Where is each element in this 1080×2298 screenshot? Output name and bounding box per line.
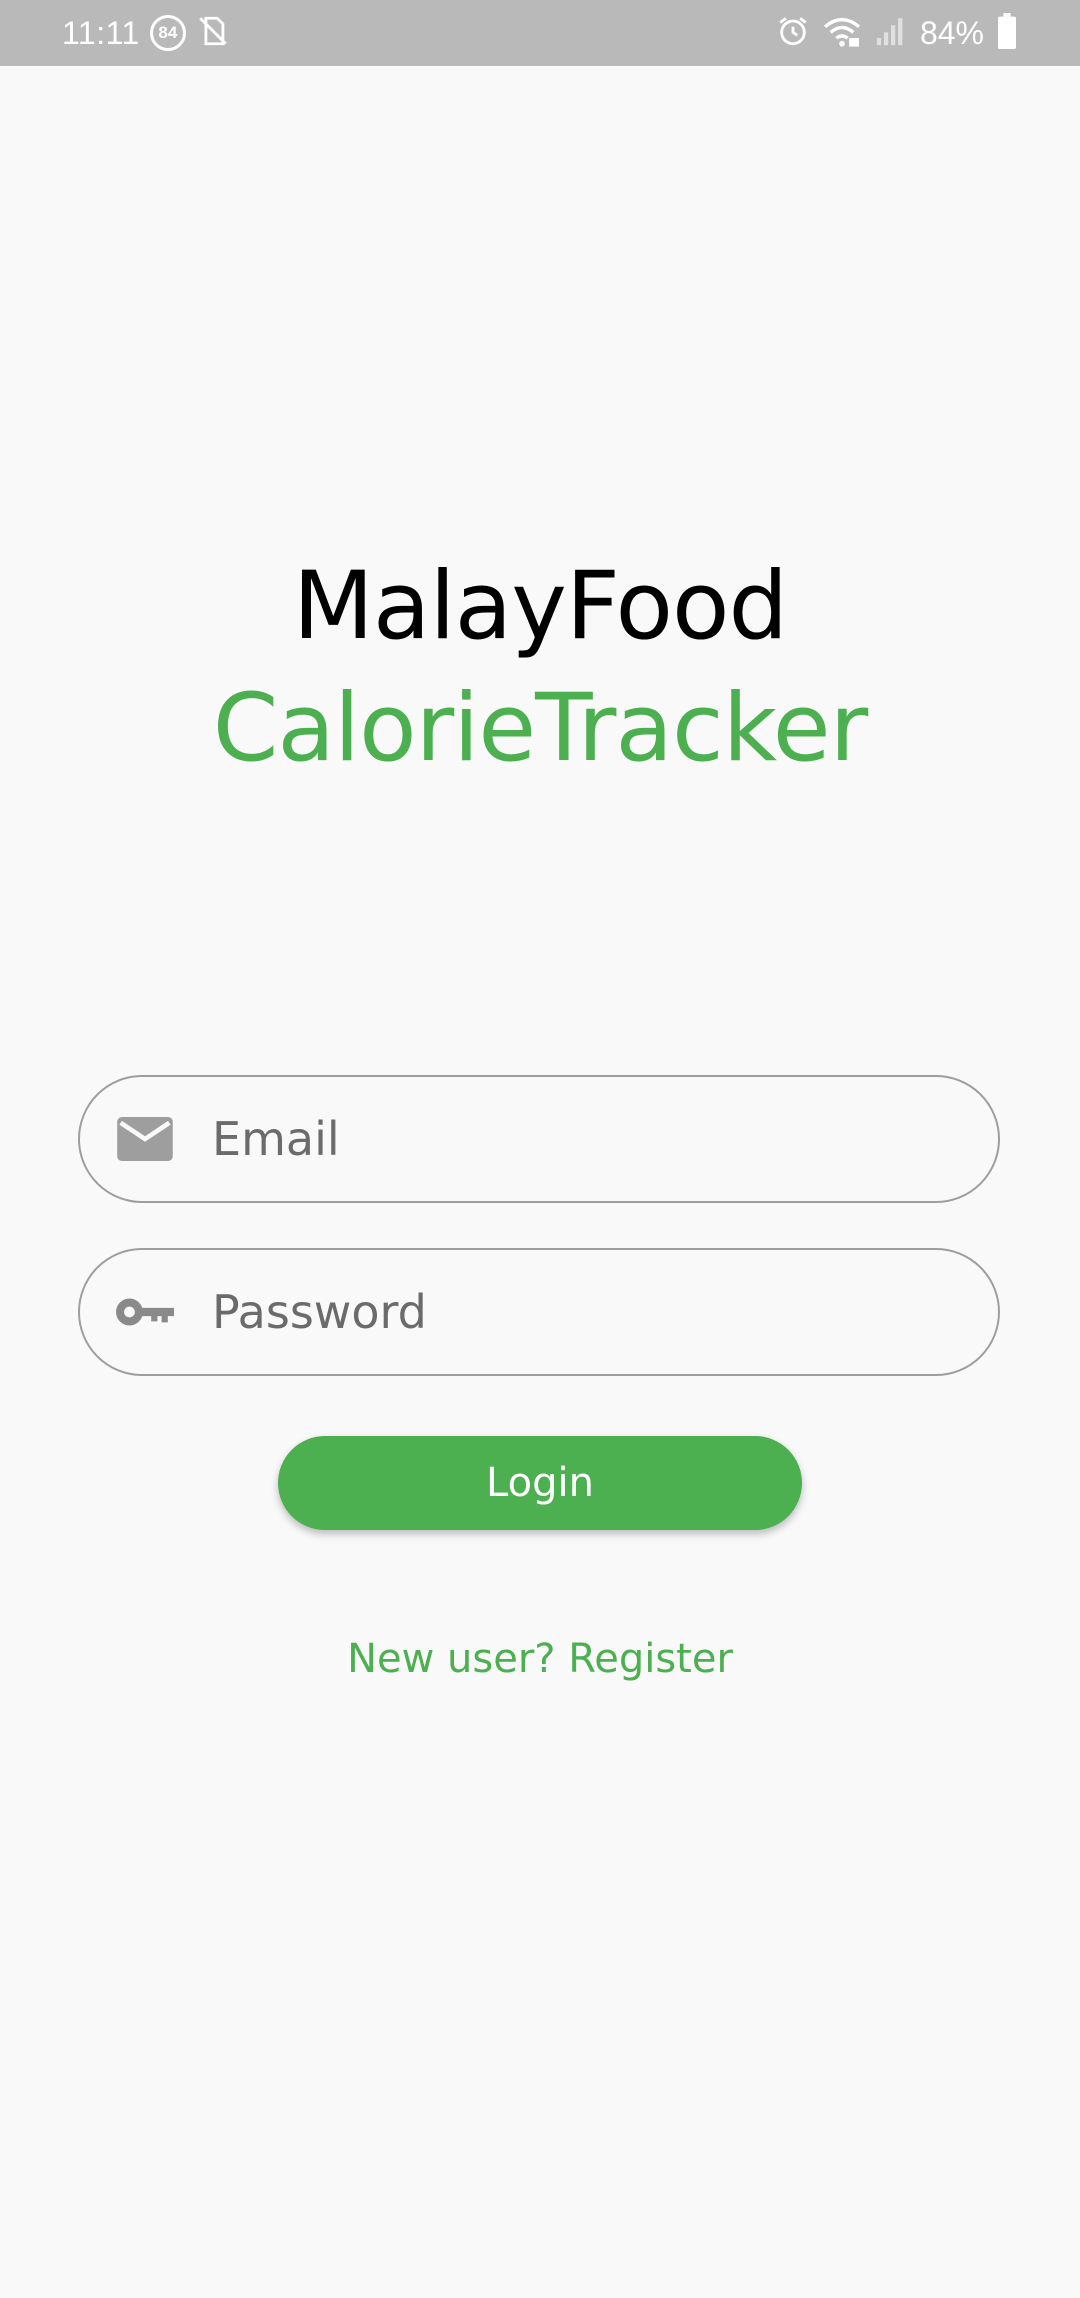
notification-count-badge: 84 [149,15,186,51]
login-button[interactable]: Login [278,1436,802,1530]
email-field[interactable] [78,1075,1000,1203]
app-title: MalayFood CalorieTracker [0,560,1080,776]
password-input[interactable] [210,1284,974,1340]
key-icon [116,1283,174,1341]
no-sim-icon [196,14,230,53]
status-bar-right: 84% [776,0,1018,66]
battery-icon [996,12,1018,54]
wifi-icon [822,14,862,53]
register-link[interactable]: New user? Register [0,1636,1080,1682]
status-bar: 11:11 84 84% [0,0,1080,66]
battery-percent: 84% [919,14,984,51]
app-title-malayfood: MalayFood [292,552,788,661]
status-time: 11:11 [62,14,140,51]
signal-icon [874,14,908,53]
mail-icon [116,1110,174,1168]
app-title-calorietracker: CalorieTracker [212,674,869,783]
login-screen: 11:11 84 84% MalayFood CalorieTracker Em… [0,0,1080,2298]
password-field[interactable] [78,1248,1000,1376]
status-bar-left: 11:11 84 [62,0,230,66]
alarm-icon [776,14,810,53]
email-input[interactable] [210,1111,974,1167]
